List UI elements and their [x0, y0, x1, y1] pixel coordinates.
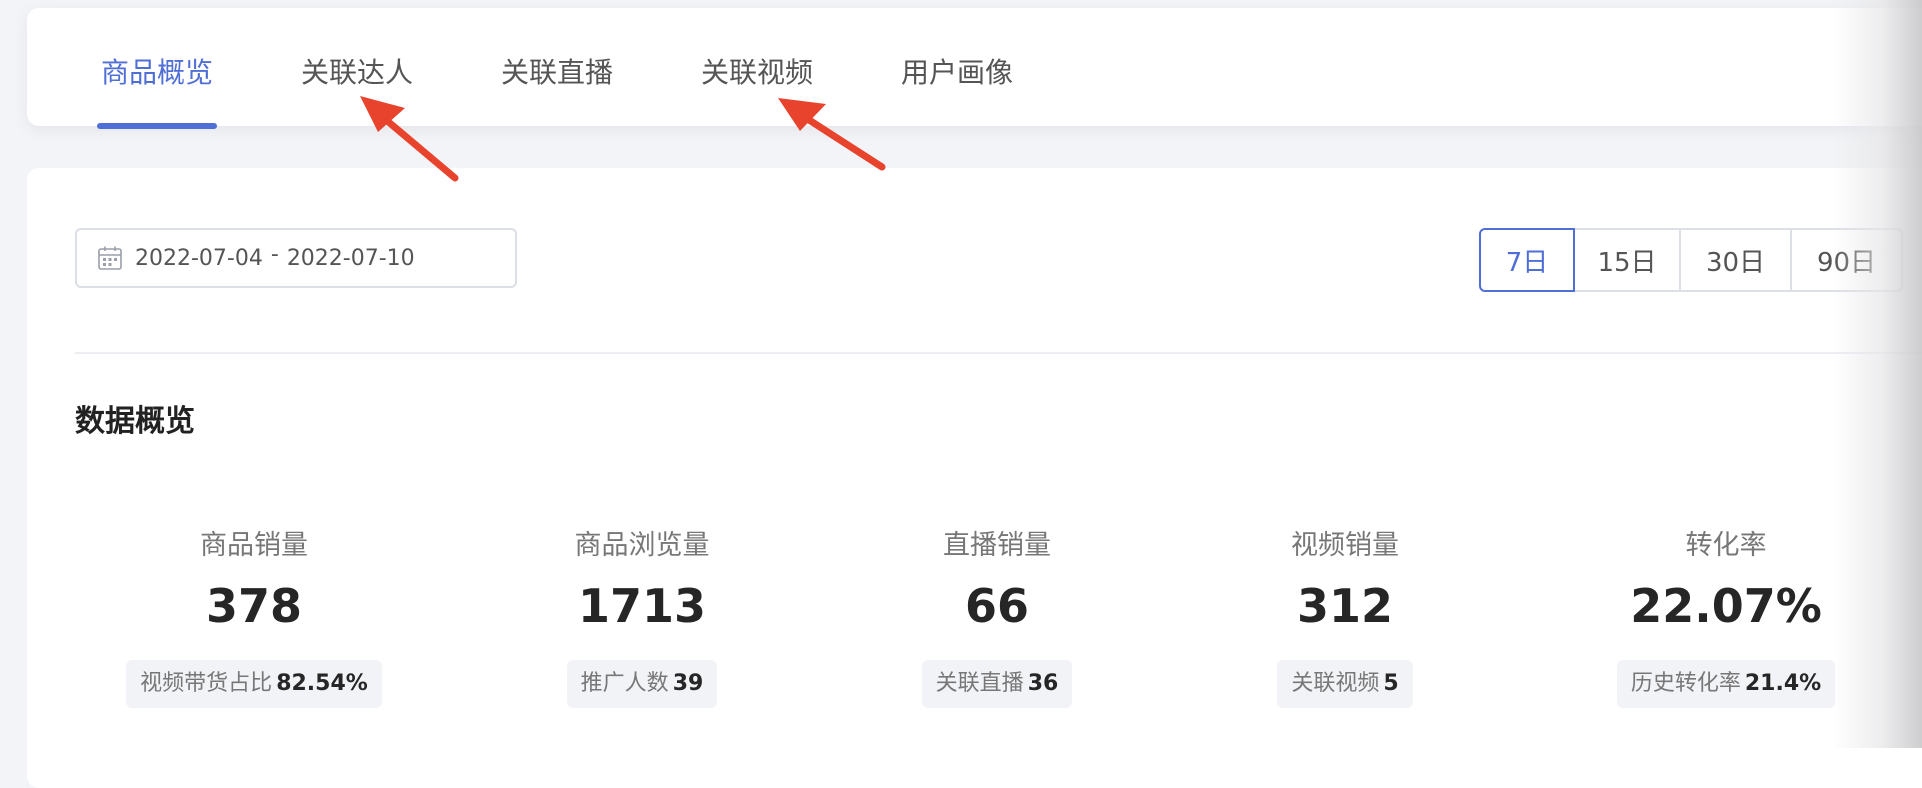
metric-label: 商品浏览量 [574, 530, 710, 561]
metric-sub-badge: 历史转化率 21.4% [1616, 660, 1836, 708]
metric-label: 商品销量 [200, 530, 308, 561]
metric-sub-value: 36 [1027, 671, 1059, 696]
section-title: 数据概览 [75, 404, 195, 439]
metric-sub-value: 82.54% [276, 671, 368, 696]
metric-card: 商品浏览量 1713 推广人数 39 [462, 528, 822, 708]
tab-related-live[interactable]: 关联直播 [501, 53, 613, 93]
metric-sub-label: 推广人数 [580, 671, 669, 696]
date-range-picker[interactable]: 2022-07-04 - 2022-07-10 [75, 228, 517, 288]
metric-sub-badge: 关联直播 36 [921, 660, 1073, 708]
range-90d-button[interactable]: 90日 [1790, 228, 1903, 292]
metric-sub-badge: 关联视频 5 [1277, 660, 1413, 708]
range-30d-button[interactable]: 30日 [1679, 228, 1792, 292]
metric-sub-label: 视频带货占比 [140, 671, 273, 696]
metric-sub-value: 39 [672, 671, 704, 696]
metric-sub-label: 历史转化率 [1630, 671, 1741, 696]
metric-value: 378 [205, 579, 303, 633]
range-selector: 7日 15日 30日 90日 [1479, 228, 1903, 292]
range-15d-button[interactable]: 15日 [1573, 228, 1681, 292]
metric-label: 直播销量 [943, 530, 1051, 561]
tab-product-overview[interactable]: 商品概览 [101, 53, 213, 93]
date-separator: - [270, 241, 279, 267]
metric-label: 视频销量 [1291, 530, 1399, 561]
metric-sub-badge: 视频带货占比 82.54% [126, 660, 382, 708]
metric-sub-label: 关联视频 [1291, 671, 1380, 696]
divider [75, 352, 1922, 354]
metric-value: 66 [964, 579, 1029, 633]
metric-value: 22.07% [1630, 579, 1822, 633]
range-7d-button[interactable]: 7日 [1479, 228, 1575, 292]
tab-bar: 商品概览 关联达人 关联直播 关联视频 用户画像 [27, 8, 1922, 129]
metric-value: 1713 [577, 579, 707, 633]
tab-user-profile[interactable]: 用户画像 [901, 53, 1013, 93]
metric-card: 视频销量 312 关联视频 5 [1165, 528, 1525, 708]
metric-card: 直播销量 66 关联直播 36 [817, 528, 1177, 708]
metric-card: 商品销量 378 视频带货占比 82.54% [74, 528, 434, 708]
date-start: 2022-07-04 [135, 245, 263, 271]
metric-value: 312 [1296, 579, 1394, 633]
metric-sub-label: 关联直播 [935, 671, 1024, 696]
date-end: 2022-07-10 [286, 245, 415, 271]
metric-sub-value: 5 [1383, 671, 1399, 696]
metric-label: 转化率 [1685, 530, 1767, 561]
calendar-icon [97, 245, 123, 271]
metric-sub-value: 21.4% [1744, 671, 1822, 696]
tab-related-videos[interactable]: 关联视频 [701, 53, 813, 93]
overview-panel: 2022-07-04 - 2022-07-10 7日 15日 30日 90日 数… [27, 168, 1922, 788]
metric-card: 转化率 22.07% 历史转化率 21.4% [1546, 528, 1906, 708]
metric-sub-badge: 推广人数 39 [566, 660, 718, 708]
tab-related-influencers[interactable]: 关联达人 [301, 53, 413, 93]
active-tab-indicator [97, 123, 217, 129]
